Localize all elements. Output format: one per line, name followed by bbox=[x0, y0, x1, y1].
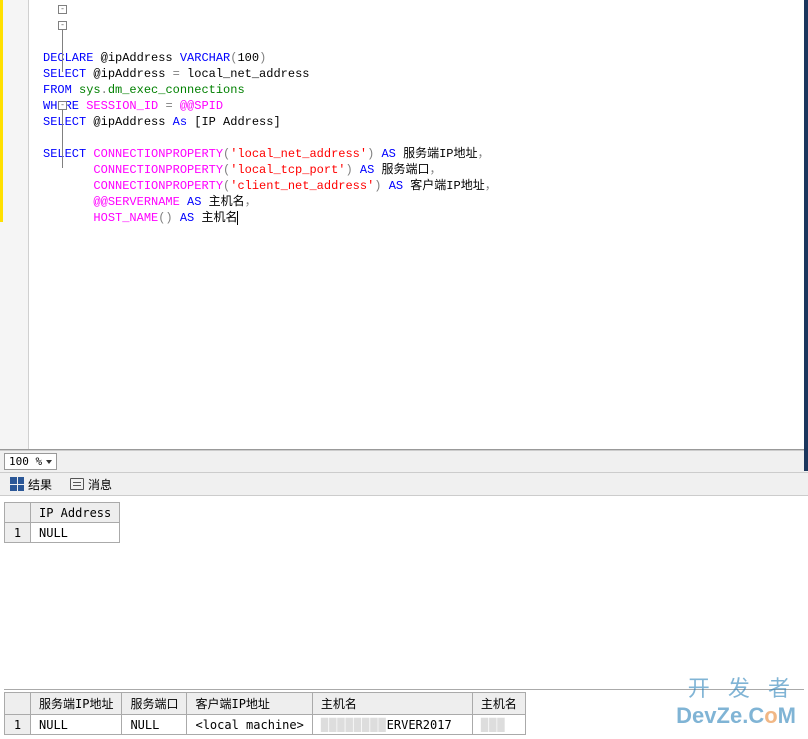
fold-toggle-icon[interactable]: - bbox=[58, 21, 67, 30]
code-line[interactable]: CONNECTIONPROPERTY('local_tcp_port') AS … bbox=[43, 162, 808, 178]
tab-messages[interactable]: 消息 bbox=[66, 474, 116, 495]
cell[interactable]: ██████ bbox=[472, 715, 525, 735]
code-editor[interactable]: --- DECLARE @ipAddress VARCHAR(100)SELEC… bbox=[29, 0, 808, 449]
result-grid-1[interactable]: IP Address 1 NULL bbox=[4, 502, 120, 543]
messages-icon bbox=[70, 478, 84, 490]
cell[interactable]: NULL bbox=[122, 715, 187, 735]
column-header[interactable]: 主机名 bbox=[472, 693, 525, 715]
fold-guide bbox=[62, 30, 63, 72]
code-line[interactable]: @@SERVERNAME AS 主机名， bbox=[43, 194, 808, 210]
code-line[interactable]: WHERE SESSION_ID = @@SPID bbox=[43, 98, 808, 114]
column-header[interactable]: 客户端IP地址 bbox=[187, 693, 312, 715]
editor-gutter bbox=[0, 0, 29, 449]
result-grid-2-wrap: 服务端IP地址 服务端口 客户端IP地址 主机名 主机名 1 NULL NULL… bbox=[4, 689, 804, 735]
sql-editor-pane: --- DECLARE @ipAddress VARCHAR(100)SELEC… bbox=[0, 0, 808, 450]
code-line[interactable]: CONNECTIONPROPERTY('client_net_address')… bbox=[43, 178, 808, 194]
fold-column: - - - bbox=[58, 0, 70, 449]
column-header[interactable]: 服务端口 bbox=[122, 693, 187, 715]
result-grid-2[interactable]: 服务端IP地址 服务端口 客户端IP地址 主机名 主机名 1 NULL NULL… bbox=[4, 692, 526, 735]
row-number[interactable]: 1 bbox=[5, 715, 31, 735]
tab-results-label: 结果 bbox=[28, 476, 52, 493]
code-line[interactable]: SELECT @ipAddress = local_net_address bbox=[43, 66, 808, 82]
zoom-value: 100 % bbox=[9, 455, 42, 468]
zoom-bar: 100 % bbox=[0, 450, 808, 472]
cell[interactable]: <local machine> bbox=[187, 715, 312, 735]
chevron-down-icon bbox=[46, 460, 52, 464]
tab-results[interactable]: 结果 bbox=[6, 474, 56, 495]
text-caret bbox=[237, 211, 238, 225]
code-line[interactable]: FROM sys.dm_exec_connections bbox=[43, 82, 808, 98]
column-header[interactable]: 服务端IP地址 bbox=[31, 693, 122, 715]
fold-toggle-icon[interactable]: - bbox=[58, 5, 67, 14]
row-number[interactable]: 1 bbox=[5, 523, 31, 543]
code-line[interactable]: HOST_NAME() AS 主机名 bbox=[43, 210, 808, 226]
cell[interactable]: NULL bbox=[31, 715, 122, 735]
results-tabs: 结果 消息 bbox=[0, 472, 808, 496]
code-line[interactable]: SELECT @ipAddress As [IP Address] bbox=[43, 114, 808, 130]
grid-corner bbox=[5, 693, 31, 715]
change-marker bbox=[0, 0, 3, 222]
column-header[interactable]: 主机名 bbox=[312, 693, 472, 715]
code-line[interactable] bbox=[43, 130, 808, 146]
results-body: IP Address 1 NULL 服务端IP地址 服务端口 客户端IP地址 主… bbox=[0, 496, 808, 739]
cell[interactable]: ██████████████ERVER2017ERVER2017 bbox=[312, 715, 472, 735]
fold-guide bbox=[62, 110, 63, 168]
zoom-dropdown[interactable]: 100 % bbox=[4, 453, 57, 470]
grid-corner bbox=[5, 503, 31, 523]
right-border bbox=[804, 0, 808, 471]
code-line[interactable]: SELECT CONNECTIONPROPERTY('local_net_add… bbox=[43, 146, 808, 162]
result-grid-1-wrap: IP Address 1 NULL bbox=[4, 502, 804, 543]
results-grid-icon bbox=[10, 477, 24, 491]
code-line[interactable]: DECLARE @ipAddress VARCHAR(100) bbox=[43, 50, 808, 66]
tab-messages-label: 消息 bbox=[88, 476, 112, 493]
table-row: 1 NULL bbox=[5, 523, 120, 543]
cell[interactable]: NULL bbox=[31, 523, 120, 543]
fold-toggle-icon[interactable]: - bbox=[58, 101, 67, 110]
column-header[interactable]: IP Address bbox=[31, 503, 120, 523]
table-row: 1 NULL NULL <local machine> ████████████… bbox=[5, 715, 526, 735]
